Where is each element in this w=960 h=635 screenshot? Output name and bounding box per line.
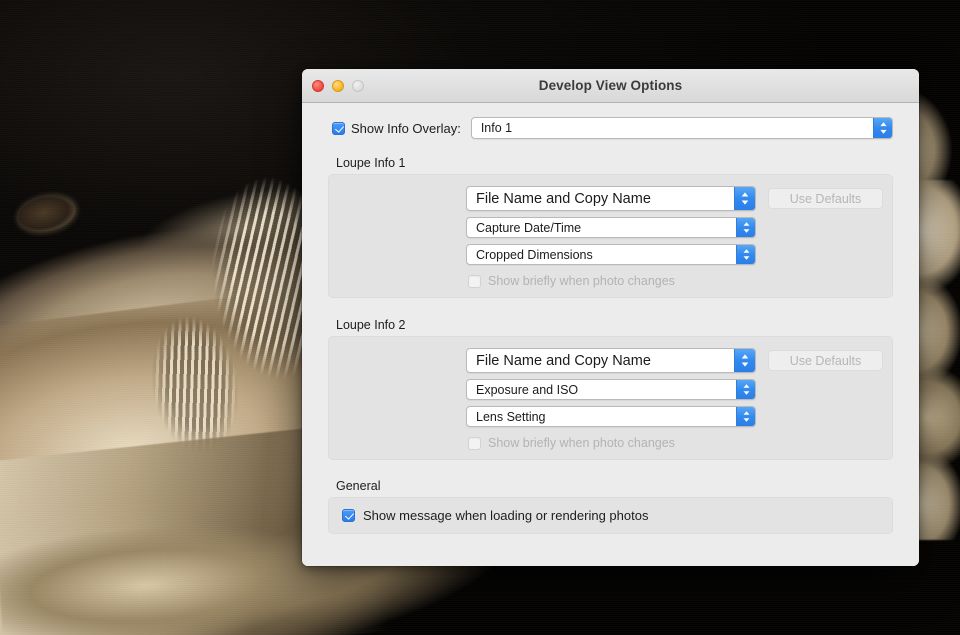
loupe1-field-row-2: Capture Date/Time xyxy=(328,217,893,238)
loupe1-show-briefly-checkbox xyxy=(468,275,481,288)
loupe1-field-1-value: File Name and Copy Name xyxy=(467,191,734,207)
chevron-updown-glyph xyxy=(740,191,750,206)
chevron-updown-icon[interactable] xyxy=(734,349,755,372)
show-info-overlay-checkbox[interactable] xyxy=(332,122,345,135)
loupe2-field-row-1: File Name and Copy Name Use Defaults xyxy=(328,348,893,373)
chevron-updown-glyph xyxy=(742,248,751,261)
chevron-updown-icon[interactable] xyxy=(736,380,755,399)
show-message-checkbox[interactable] xyxy=(342,509,355,522)
chevron-updown-glyph xyxy=(742,383,751,396)
chevron-updown-icon[interactable] xyxy=(736,245,755,264)
close-window-button[interactable] xyxy=(312,80,324,92)
loupe2-show-briefly-label: Show briefly when photo changes xyxy=(488,436,675,450)
show-message-label: Show message when loading or rendering p… xyxy=(363,508,648,523)
chevron-updown-icon[interactable] xyxy=(736,407,755,426)
loupe2-field-1-select[interactable]: File Name and Copy Name xyxy=(466,348,756,373)
develop-view-options-dialog: Develop View Options Show Info Overlay: … xyxy=(302,69,919,566)
loupe1-use-defaults-button: Use Defaults xyxy=(768,188,883,209)
loupe1-field-3-select[interactable]: Cropped Dimensions xyxy=(466,244,756,265)
chevron-updown-icon[interactable] xyxy=(736,218,755,237)
window-title: Develop View Options xyxy=(302,78,919,93)
loupe1-field-2-select[interactable]: Capture Date/Time xyxy=(466,217,756,238)
loupe2-field-3-select[interactable]: Lens Setting xyxy=(466,406,756,427)
dialog-content: Show Info Overlay: Info 1 Loupe Info 1 F… xyxy=(302,103,919,566)
minimize-window-button[interactable] xyxy=(332,80,344,92)
loupe2-use-defaults-button: Use Defaults xyxy=(768,350,883,371)
loupe-info-2-section: Loupe Info 2 File Name and Copy Name Use… xyxy=(302,318,919,460)
show-info-overlay-row: Show Info Overlay: Info 1 xyxy=(302,103,919,139)
chevron-updown-icon[interactable] xyxy=(873,118,892,138)
loupe-info-2-groupbox: File Name and Copy Name Use Defaults Exp… xyxy=(328,336,893,460)
window-titlebar[interactable]: Develop View Options xyxy=(302,69,919,103)
loupe2-field-3-value: Lens Setting xyxy=(467,410,736,424)
loupe-info-1-section: Loupe Info 1 File Name and Copy Name Use… xyxy=(302,156,919,298)
loupe2-field-row-3: Lens Setting xyxy=(328,406,893,427)
loupe2-field-1-value: File Name and Copy Name xyxy=(467,353,734,369)
general-section: General Show message when loading or ren… xyxy=(302,479,919,534)
chevron-updown-glyph xyxy=(742,221,751,234)
loupe1-field-2-value: Capture Date/Time xyxy=(467,221,736,235)
loupe-info-1-groupbox: File Name and Copy Name Use Defaults Cap… xyxy=(328,174,893,298)
general-groupbox: Show message when loading or rendering p… xyxy=(328,497,893,534)
loupe1-field-row-3: Cropped Dimensions xyxy=(328,244,893,265)
loupe1-field-1-select[interactable]: File Name and Copy Name xyxy=(466,186,756,211)
loupe2-show-briefly-checkbox xyxy=(468,437,481,450)
loupe1-show-briefly-label: Show briefly when photo changes xyxy=(488,274,675,288)
loupe2-field-2-select[interactable]: Exposure and ISO xyxy=(466,379,756,400)
window-controls xyxy=(312,69,364,102)
chevron-updown-glyph xyxy=(742,410,751,423)
zoom-window-button xyxy=(352,80,364,92)
loupe-info-1-label: Loupe Info 1 xyxy=(336,156,919,170)
loupe2-field-2-value: Exposure and ISO xyxy=(467,383,736,397)
info-overlay-select[interactable]: Info 1 xyxy=(471,117,893,139)
loupe2-show-briefly-row: Show briefly when photo changes xyxy=(328,436,893,450)
show-info-overlay-label: Show Info Overlay: xyxy=(351,121,461,136)
chevron-updown-glyph xyxy=(740,353,750,368)
general-label: General xyxy=(336,479,919,493)
loupe2-field-row-2: Exposure and ISO xyxy=(328,379,893,400)
loupe-info-2-label: Loupe Info 2 xyxy=(336,318,919,332)
chevron-updown-icon[interactable] xyxy=(734,187,755,210)
loupe1-field-3-value: Cropped Dimensions xyxy=(467,248,736,262)
loupe1-show-briefly-row: Show briefly when photo changes xyxy=(328,274,893,288)
info-overlay-select-value: Info 1 xyxy=(472,121,873,135)
loupe1-field-row-1: File Name and Copy Name Use Defaults xyxy=(328,186,893,211)
chevron-updown-glyph xyxy=(879,121,888,135)
